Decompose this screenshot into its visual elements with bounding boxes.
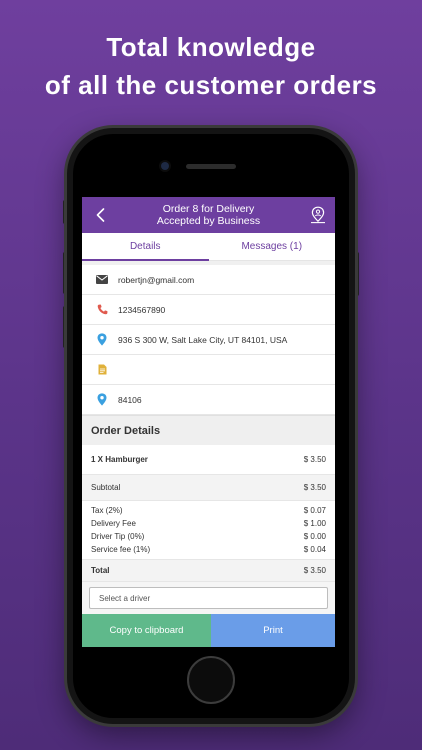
total-amount: $ 3.50 [303,566,326,575]
fee-row-delivery: Delivery Fee $ 1.00 [82,517,335,530]
headline-line-1: Total knowledge [106,32,316,62]
fees-list: Tax (2%) $ 0.07 Delivery Fee $ 1.00 Driv… [82,501,335,560]
zip-row[interactable]: 84106 [82,385,335,415]
order-item-amount: $ 3.50 [303,455,326,464]
copy-to-clipboard-button[interactable]: Copy to clipboard [82,614,211,647]
back-button[interactable] [92,206,108,224]
headline: Total knowledge of all the customer orde… [0,28,422,104]
front-camera [161,162,169,170]
fee-label: Delivery Fee [91,519,136,528]
note-row[interactable] [82,355,335,385]
total-label: Total [91,566,110,575]
tab-messages[interactable]: Messages (1) [209,233,336,260]
fee-row-tax: Tax (2%) $ 0.07 [82,504,335,517]
fee-label: Service fee (1%) [91,545,151,554]
app-bar: Order 8 for Delivery Accepted by Busines… [82,197,335,233]
phone-icon [95,303,109,317]
earpiece-speaker [186,164,236,169]
home-button[interactable] [187,656,235,704]
subtotal-row: Subtotal $ 3.50 [82,475,335,501]
fee-amount: $ 1.00 [303,519,326,528]
chevron-left-icon [96,208,104,222]
app-screen: Order 8 for Delivery Accepted by Busines… [82,197,335,647]
order-title-line-1: Order 8 for Delivery [162,203,255,215]
total-row: Total $ 3.50 [82,560,335,582]
fee-row-driver-tip: Driver Tip (0%) $ 0.00 [82,530,335,543]
person-pin-icon [311,206,325,224]
customer-email: robertjn@gmail.com [118,274,195,285]
email-row[interactable]: robertjn@gmail.com [82,265,335,295]
order-title-line-2: Accepted by Business [156,215,261,227]
tab-details[interactable]: Details [82,233,209,261]
order-item-row: 1 X Hamburger $ 3.50 [82,445,335,475]
document-icon [95,363,109,377]
mail-icon [95,273,109,287]
customer-info: robertjn@gmail.com 1234567890 936 S 300 … [82,261,335,415]
fee-row-service: Service fee (1%) $ 0.04 [82,543,335,556]
address-row[interactable]: 936 S 300 W, Salt Lake City, UT 84101, U… [82,325,335,355]
customer-zip: 84106 [118,394,142,405]
driver-select[interactable]: Select a driver [89,587,328,609]
order-details-heading: Order Details [82,415,335,445]
map-button[interactable] [309,205,327,225]
phone-row[interactable]: 1234567890 [82,295,335,325]
customer-address: 936 S 300 W, Salt Lake City, UT 84101, U… [118,334,288,345]
driver-select-container: Select a driver [82,582,335,614]
action-bar: Copy to clipboard Print [82,614,335,647]
fee-amount: $ 0.04 [303,545,326,554]
print-button[interactable]: Print [211,614,335,647]
fee-amount: $ 0.07 [303,506,326,515]
subtotal-amount: $ 3.50 [303,483,326,492]
subtotal-label: Subtotal [91,483,121,492]
fee-label: Driver Tip (0%) [91,532,145,541]
location-pin-icon [95,333,109,347]
order-title: Order 8 for Delivery Accepted by Busines… [157,203,260,227]
customer-phone: 1234567890 [118,304,166,315]
tab-bar: Details Messages (1) [82,233,335,261]
fee-label: Tax (2%) [91,506,123,515]
headline-line-2: of all the customer orders [44,70,378,100]
location-pin-icon [95,393,109,407]
fee-amount: $ 0.00 [303,532,326,541]
order-item-label: 1 X Hamburger [91,455,148,464]
